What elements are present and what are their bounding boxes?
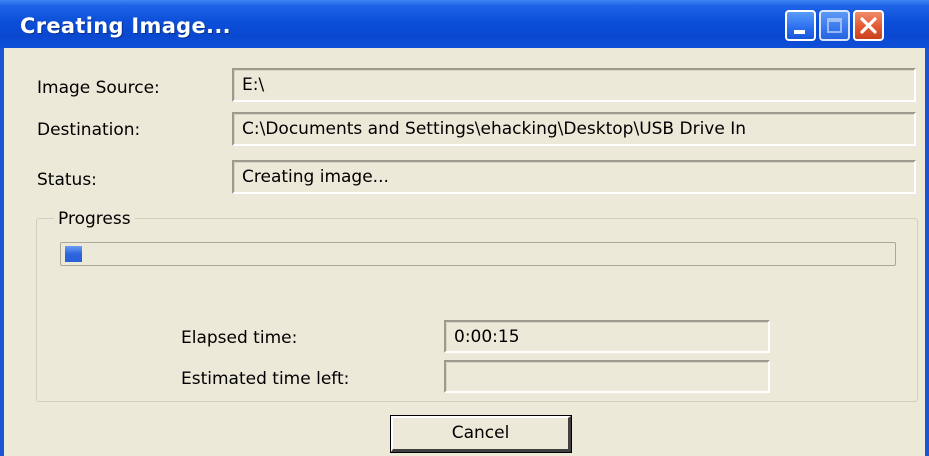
window-title: Creating Image... bbox=[20, 14, 231, 38]
maximize-button bbox=[819, 10, 850, 41]
maximize-icon bbox=[827, 18, 842, 33]
close-icon bbox=[860, 17, 877, 34]
elapsed-time-label: Elapsed time: bbox=[181, 328, 298, 348]
dialog-body: Image Source: E:\ Destination: C:\Docume… bbox=[4, 48, 925, 456]
elapsed-time-field[interactable]: 0:00:15 bbox=[444, 320, 770, 353]
creating-image-dialog: Creating Image... Image Source: E:\ Dest… bbox=[0, 0, 929, 456]
title-bar[interactable]: Creating Image... bbox=[0, 0, 929, 48]
progress-group-label: Progress bbox=[54, 209, 135, 229]
image-source-field[interactable]: E:\ bbox=[232, 68, 916, 102]
close-button[interactable] bbox=[853, 10, 884, 41]
progress-bar-fill bbox=[65, 246, 82, 262]
destination-field[interactable]: C:\Documents and Settings\ehacking\Deskt… bbox=[232, 112, 916, 146]
cancel-button[interactable]: Cancel bbox=[390, 415, 572, 453]
progress-bar bbox=[60, 242, 896, 266]
status-field[interactable]: Creating image... bbox=[232, 160, 916, 194]
estimated-time-left-field[interactable] bbox=[444, 360, 770, 393]
image-source-label: Image Source: bbox=[37, 78, 160, 98]
estimated-time-left-label: Estimated time left: bbox=[181, 369, 350, 389]
minimize-button[interactable] bbox=[785, 10, 816, 41]
minimize-icon bbox=[794, 30, 805, 34]
destination-label: Destination: bbox=[37, 120, 141, 140]
status-label: Status: bbox=[37, 170, 97, 190]
